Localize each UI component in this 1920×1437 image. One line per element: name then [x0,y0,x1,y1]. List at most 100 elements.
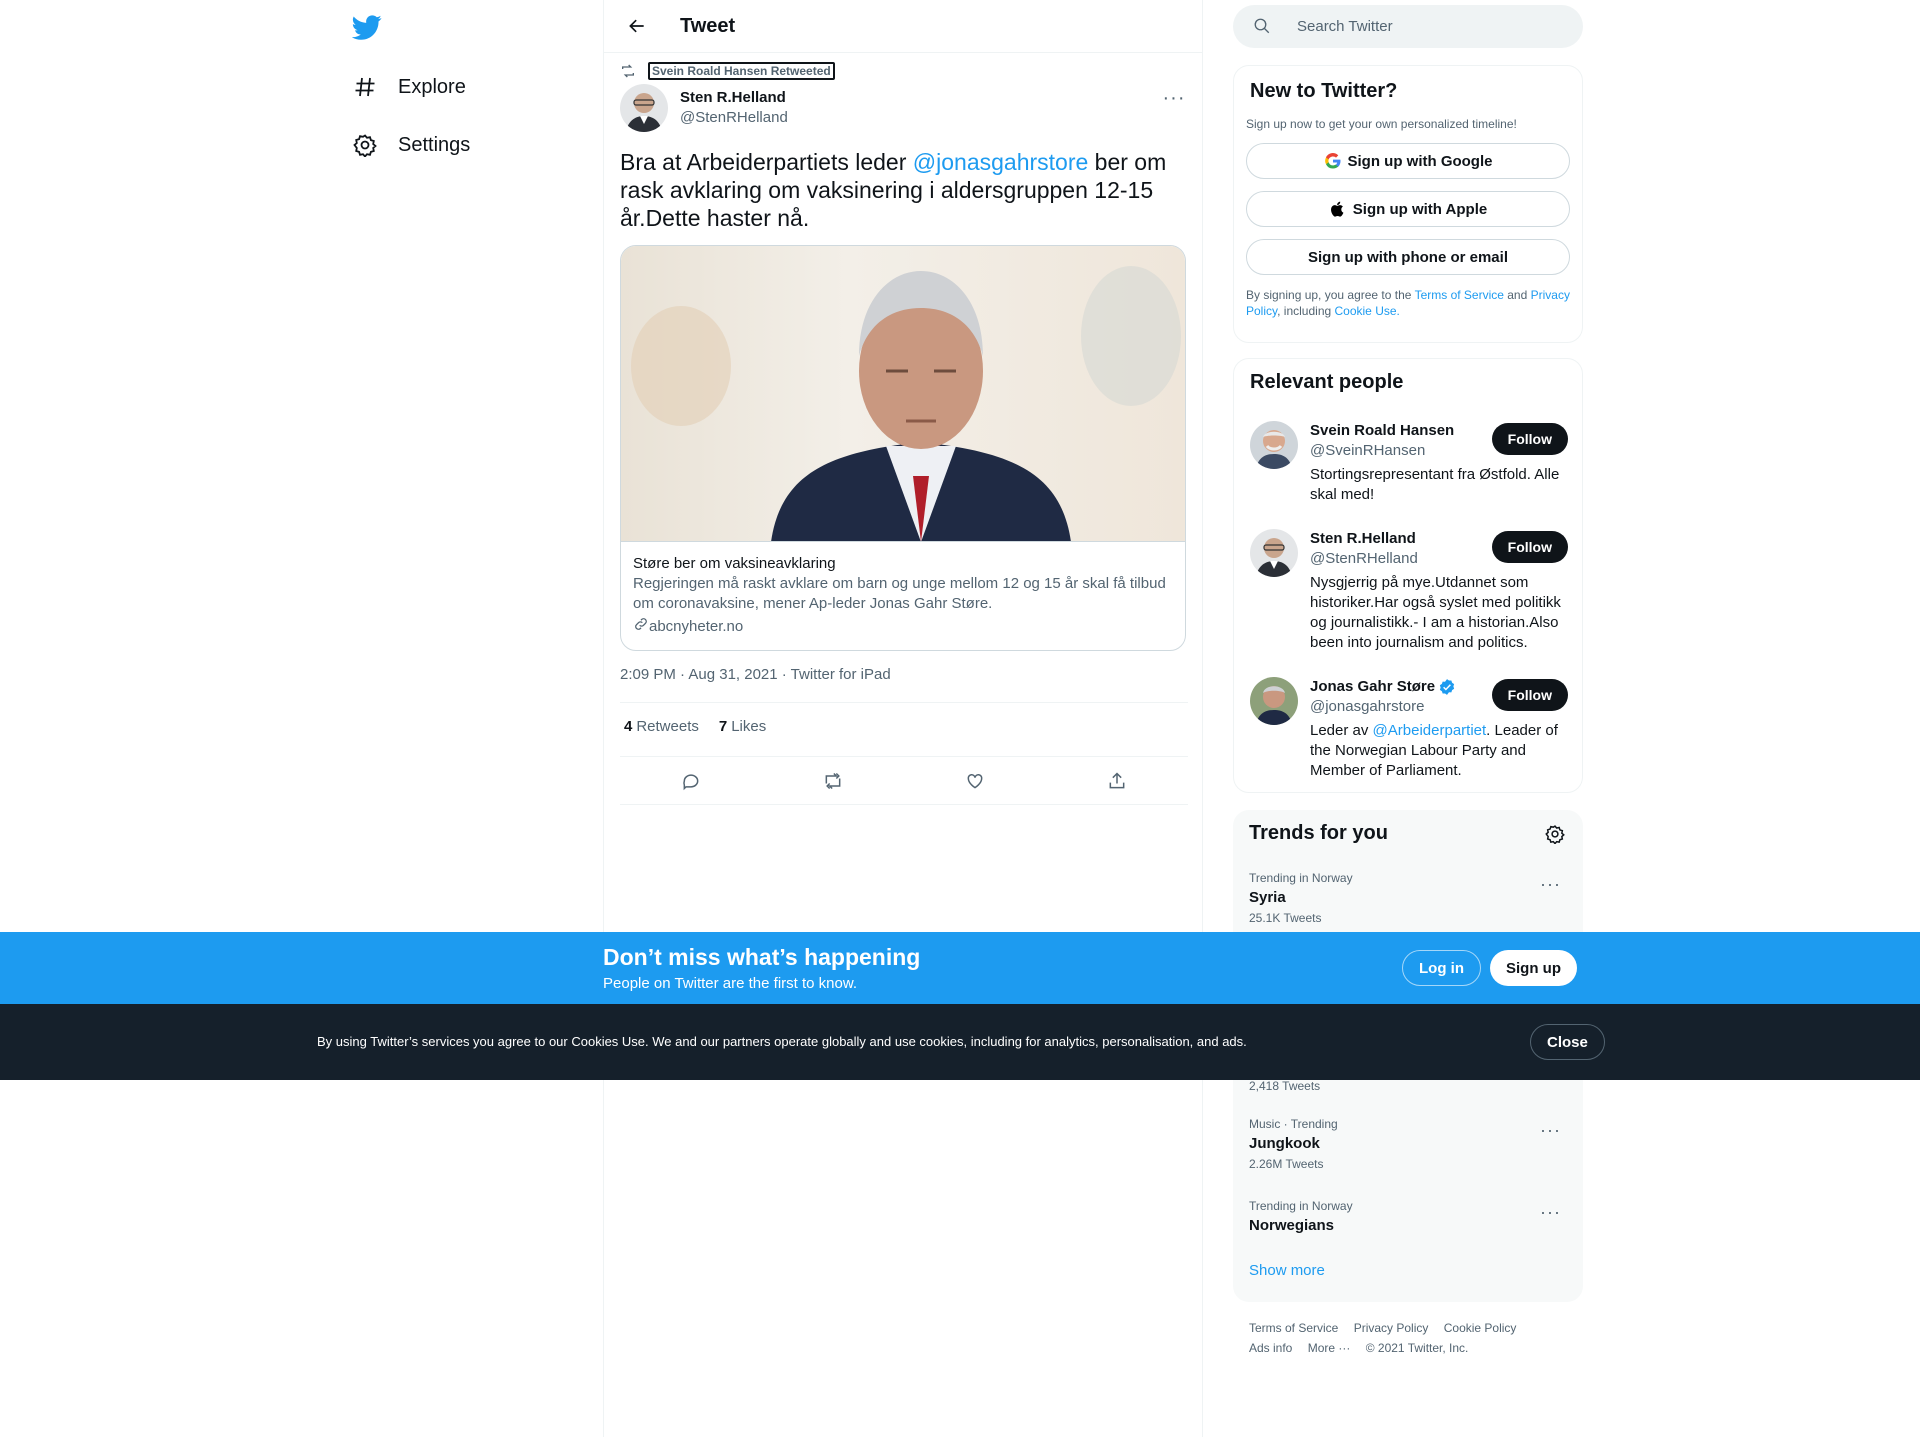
divider [620,756,1188,757]
cookie-link[interactable]: Cookie Use [1335,304,1397,318]
share-icon[interactable] [1100,764,1134,798]
mention-link[interactable]: @Arbeiderpartiet [1373,722,1487,739]
signup-apple-label: Sign up with Apple [1352,200,1488,218]
cookie-text: By using Twitter’s services you agree to… [317,1034,1247,1049]
card-domain-text: abcnyheter.no [649,618,744,635]
nav-explore[interactable]: Explore [352,67,466,107]
footer-links: Terms of Service Privacy Policy Cookie P… [1249,1318,1569,1358]
relevant-people-panel: Relevant people Svein Roald Hansen @Svei… [1233,358,1583,793]
signup-promo-bar: Don’t miss what’s happening People on Tw… [0,932,1920,1004]
footer-link[interactable]: Terms of Service [1249,1321,1338,1335]
nav-explore-label: Explore [398,75,466,98]
panel-subtitle: Sign up now to get your own personalized… [1246,117,1517,131]
likes-label: Likes [731,718,767,735]
mention-link[interactable]: @jonasgahrstore [913,149,1089,175]
reply-icon[interactable] [674,764,708,798]
legal-text: By signing up, you agree to the [1246,288,1415,302]
promo-subtitle: People on Twitter are the first to know. [603,975,858,992]
copyright: © 2021 Twitter, Inc. [1365,1341,1469,1355]
follow-button[interactable]: Follow [1491,531,1568,563]
avatar[interactable] [620,84,668,132]
search-icon [1253,17,1273,37]
person-bio: Leder av @Arbeiderpartiet. Leader of the… [1310,721,1568,781]
apple-icon [1329,200,1347,218]
trend-name: Norwegians [1249,1217,1335,1234]
trend-count: 25.1K Tweets [1249,911,1322,925]
more-options-icon[interactable]: ··· [1540,1120,1561,1141]
person-name-text: Jonas Gahr Støre [1310,678,1436,695]
legal-text: and [1503,288,1531,302]
page-title: Tweet [680,14,736,37]
link-card[interactable]: Støre ber om vaksineavklaring Regjeringe… [620,245,1186,651]
footer-link[interactable]: Privacy Policy [1354,1321,1429,1335]
twitter-bird-icon[interactable] [351,12,382,42]
tweet-actions [620,758,1188,804]
card-title: Støre ber om vaksineavklaring [633,555,836,572]
signup-email-button[interactable]: Sign up with phone or email [1246,239,1570,275]
show-more-link[interactable]: Show more [1249,1262,1325,1279]
trend-item[interactable]: Music · Trending Jungkook 2.26M Tweets ·… [1249,1116,1567,1172]
promo-title: Don’t miss what’s happening [603,944,921,970]
retweets-count: 4 [624,718,633,735]
avatar[interactable] [1250,677,1298,725]
like-icon[interactable] [958,764,992,798]
gear-icon [352,132,378,158]
avatar[interactable] [1250,421,1298,469]
tweet-text-part: Bra at Arbeiderpartiets leder [620,149,913,175]
person-bio: Nysgjerrig på mye.Utdannet som historike… [1310,574,1561,651]
retweet-icon[interactable] [816,764,850,798]
terms-link[interactable]: Terms of Service [1415,288,1504,302]
divider [620,702,1188,703]
legal-text: . [1396,304,1400,318]
trend-name: Syria [1249,889,1286,906]
panel-title: Relevant people [1250,371,1404,393]
signup-apple-button[interactable]: Sign up with Apple [1246,191,1570,227]
retweeted-by-link[interactable]: Svein Roald Hansen Retweeted [648,62,835,80]
retweets-label: Retweets [636,718,699,735]
more-options-icon[interactable]: ··· [1162,86,1186,110]
person-info: Jonas Gahr Støre @jonasgahrstore Leder a… [1310,677,1568,781]
trend-count: 2,418 Tweets [1249,1079,1321,1093]
arrow-left-icon[interactable] [620,9,654,43]
verified-badge-icon [1438,678,1456,696]
more-options-icon[interactable]: ··· [1540,874,1561,895]
nav-settings[interactable]: Settings [352,125,470,165]
footer-link[interactable]: Ads info [1249,1341,1292,1355]
footer-link[interactable]: More ··· [1308,1341,1351,1355]
signup-google-button[interactable]: Sign up with Google [1246,143,1570,179]
new-to-twitter-panel: New to Twitter? Sign up now to get your … [1233,65,1583,343]
signup-button[interactable]: Sign up [1490,950,1577,986]
trend-context: Trending in Norway [1249,871,1353,885]
tweet-author[interactable]: Sten R.Helland @StenRHelland [620,84,788,132]
login-button[interactable]: Log in [1402,950,1481,986]
link-icon [633,616,649,638]
author-handle: @StenRHelland [680,109,788,126]
search-box[interactable] [1233,5,1583,48]
trend-count: 2.26M Tweets [1249,1157,1324,1171]
tweet-header: Tweet [604,0,1202,53]
retweet-icon [620,63,636,79]
likes-stat[interactable]: 7 Likes [719,718,766,735]
retweets-stat[interactable]: 4 Retweets [624,718,699,735]
card-description: Regjeringen må raskt avklare om barn og … [633,575,1166,612]
gear-icon[interactable] [1545,824,1567,846]
search-input[interactable] [1297,18,1557,35]
more-options-icon[interactable]: ··· [1540,1202,1561,1223]
avatar[interactable] [1250,529,1298,577]
trend-item[interactable]: Trending in Norway Syria 25.1K Tweets ··… [1249,870,1567,926]
card-body: Støre ber om vaksineavklaring Regjeringe… [621,542,1185,650]
google-icon [1324,152,1342,170]
trend-item[interactable]: Trending in Norway Norwegians ··· [1249,1198,1567,1236]
follow-button[interactable]: Follow [1491,423,1568,455]
tweet-text: Bra at Arbeiderpartiets leder @jonasgahr… [620,148,1190,232]
close-button[interactable]: Close [1530,1024,1605,1060]
cookie-consent-bar: By using Twitter’s services you agree to… [0,1004,1920,1080]
signup-email-label: Sign up with phone or email [1307,248,1508,266]
trend-context: Trending in Norway [1249,1199,1353,1213]
tweet-meta[interactable]: 2:09 PM · Aug 31, 2021 · Twitter for iPa… [620,666,891,683]
footer-link[interactable]: Cookie Policy [1444,1321,1517,1335]
author-name: Sten R.Helland [680,89,786,106]
trend-context: Music · Trending [1249,1117,1338,1131]
bio-text: Leder av [1310,722,1373,739]
follow-button[interactable]: Follow [1491,679,1568,711]
